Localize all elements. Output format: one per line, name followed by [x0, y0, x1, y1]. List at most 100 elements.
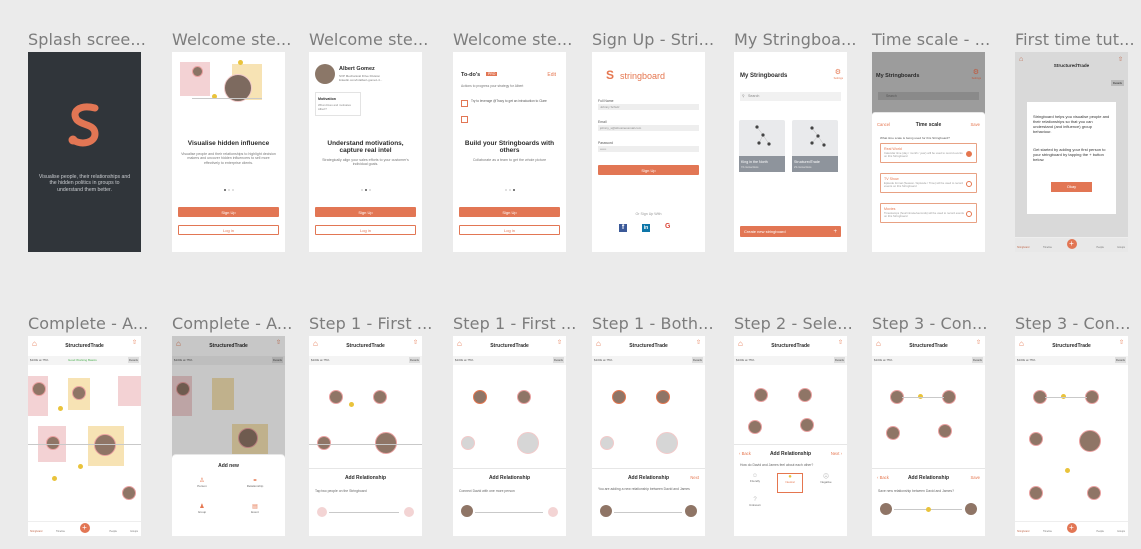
password-field[interactable]: ••••••: [598, 146, 699, 152]
add-person-option[interactable]: ♙ Person: [182, 477, 222, 488]
edit-link[interactable]: Edit: [547, 72, 556, 78]
details-dropdown[interactable]: Details: [1114, 357, 1126, 363]
next-button[interactable]: Next ›: [831, 451, 842, 456]
person-node[interactable]: [461, 436, 475, 450]
create-stringboard-button[interactable]: Create new stringboard +: [740, 226, 841, 237]
person-node[interactable]: [375, 432, 397, 454]
unknown-option[interactable]: ? Unknown: [742, 497, 768, 517]
neutral-option[interactable]: ● Neutral: [777, 473, 803, 493]
tab-stringboard[interactable]: Stringboard: [1017, 530, 1029, 533]
stringboard-card[interactable]: King in the North 72 connections: [739, 120, 785, 172]
person-node[interactable]: [46, 436, 60, 450]
okay-button[interactable]: Okay: [1051, 182, 1092, 192]
person-node[interactable]: [72, 386, 86, 400]
save-button[interactable]: Save: [970, 475, 980, 480]
movies-option[interactable]: Movies Timestamps (hour/minute/seconds) …: [880, 203, 977, 223]
tab-people[interactable]: People: [1097, 530, 1104, 533]
person-node[interactable]: [600, 436, 614, 450]
person-node-selected[interactable]: [473, 390, 487, 404]
email-field[interactable]: johnny_s@stbusinessmail.com: [598, 125, 699, 131]
tv-show-option[interactable]: TV Show Episode format (Season / Episode…: [880, 173, 977, 193]
save-button[interactable]: Save: [970, 122, 980, 127]
person-node[interactable]: [122, 486, 136, 500]
person-node[interactable]: [517, 432, 539, 454]
sign-up-button[interactable]: Sign Up: [459, 207, 560, 217]
share-icon[interactable]: ⇧: [413, 339, 418, 346]
share-icon[interactable]: ⇧: [132, 339, 137, 346]
google-icon[interactable]: G: [665, 223, 670, 230]
details-dropdown[interactable]: Details: [408, 357, 420, 363]
sign-up-button[interactable]: Sign Up: [315, 207, 416, 217]
linkedin-icon[interactable]: in: [642, 224, 650, 232]
add-plus-button[interactable]: +: [79, 523, 90, 533]
share-icon[interactable]: ⇧: [557, 339, 562, 346]
negative-option[interactable]: ☹ Negative: [813, 473, 839, 493]
person-node[interactable]: [800, 418, 814, 432]
settings-gear-icon[interactable]: ⚙: [835, 68, 841, 76]
person-node[interactable]: [317, 436, 331, 450]
stringboard-card[interactable]: StructuredTrade 23 connections: [792, 120, 838, 172]
home-icon[interactable]: ⌂: [1019, 56, 1023, 63]
full-name-field[interactable]: Johnny Schulz: [598, 104, 699, 110]
person-node[interactable]: [517, 390, 531, 404]
add-relationship-option[interactable]: ⚭ Relationship: [235, 477, 275, 488]
tab-people[interactable]: People: [110, 530, 117, 533]
share-icon[interactable]: ⇧: [1119, 339, 1124, 346]
person-node[interactable]: [94, 434, 116, 456]
person-node[interactable]: [938, 424, 952, 438]
tab-groups[interactable]: Groups: [130, 530, 138, 533]
person-node[interactable]: [942, 390, 956, 404]
tab-stringboard[interactable]: Stringboard: [30, 530, 42, 533]
details-dropdown[interactable]: Details: [691, 357, 703, 363]
tab-groups[interactable]: Groups: [1117, 246, 1125, 249]
share-icon[interactable]: ⇧: [1118, 56, 1123, 63]
add-plus-button[interactable]: +: [1066, 523, 1077, 533]
details-dropdown[interactable]: Details: [971, 357, 983, 363]
tab-timeline[interactable]: Timeline: [1043, 246, 1052, 249]
person-node[interactable]: [1029, 432, 1043, 446]
settings-gear-icon[interactable]: ⚙: [973, 68, 979, 76]
person-node[interactable]: [1087, 486, 1101, 500]
add-group-option[interactable]: ♟ Group: [182, 503, 222, 514]
add-event-option[interactable]: ▤ Event: [235, 503, 275, 514]
log-in-button[interactable]: Log in: [315, 225, 416, 235]
tab-stringboard[interactable]: Stringboard: [1017, 246, 1029, 249]
sign-up-button[interactable]: Sign Up: [178, 207, 279, 217]
log-in-button[interactable]: Log in: [459, 225, 560, 235]
facebook-icon[interactable]: f: [619, 224, 627, 232]
person-node[interactable]: [1079, 430, 1101, 452]
details-dropdown[interactable]: Details: [127, 357, 139, 363]
details-dropdown[interactable]: Details: [552, 357, 564, 363]
tab-timeline[interactable]: Timeline: [1043, 530, 1052, 533]
share-icon[interactable]: ⇧: [838, 339, 843, 346]
person-node[interactable]: [1029, 486, 1043, 500]
person-node[interactable]: [329, 390, 343, 404]
next-button[interactable]: Next: [690, 475, 699, 480]
sign-up-button[interactable]: Sign Up: [598, 165, 699, 175]
person-node[interactable]: [886, 426, 900, 440]
person-node[interactable]: [373, 390, 387, 404]
tab-groups[interactable]: Groups: [1117, 530, 1125, 533]
person-node[interactable]: [656, 432, 678, 454]
share-icon[interactable]: ⇧: [976, 339, 981, 346]
log-in-button[interactable]: Log in: [178, 225, 279, 235]
person-node[interactable]: [754, 388, 768, 402]
person-node-selected[interactable]: [612, 390, 626, 404]
person-node[interactable]: [32, 382, 46, 396]
add-plus-button[interactable]: +: [1066, 239, 1077, 249]
person-node[interactable]: [798, 388, 812, 402]
search-input[interactable]: Search: [878, 92, 979, 100]
search-input[interactable]: ⚲ Search: [740, 92, 841, 101]
details-dropdown[interactable]: Details: [1110, 80, 1124, 86]
person-node-selected[interactable]: [656, 390, 670, 404]
task-checkbox[interactable]: [461, 116, 468, 123]
task-checkbox[interactable]: [461, 100, 468, 107]
details-dropdown[interactable]: Details: [833, 357, 845, 363]
tab-timeline[interactable]: Timeline: [56, 530, 65, 533]
share-icon[interactable]: ⇧: [696, 339, 701, 346]
real-world-option[interactable]: Real World Calendar time (day / month / …: [880, 143, 977, 163]
person-node[interactable]: [1085, 390, 1099, 404]
friendly-option[interactable]: ☺ Friendly: [742, 473, 768, 493]
person-node[interactable]: [748, 420, 762, 434]
tab-people[interactable]: People: [1097, 246, 1104, 249]
